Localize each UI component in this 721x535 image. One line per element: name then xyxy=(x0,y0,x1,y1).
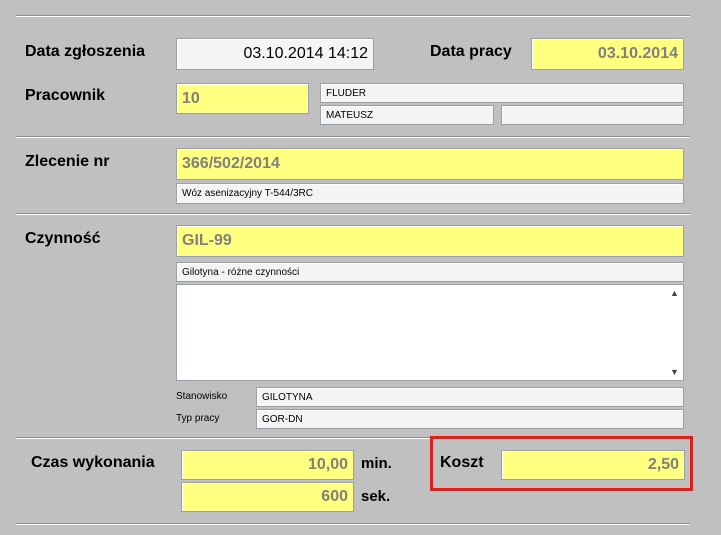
separator-top xyxy=(16,15,690,17)
minutes-unit-label: min. xyxy=(361,455,392,472)
scroll-down-icon[interactable]: ▼ xyxy=(670,365,679,379)
scroll-up-icon[interactable]: ▲ xyxy=(670,286,679,300)
koszt-highlight-box xyxy=(430,436,693,491)
czynnosc-notes-textarea[interactable]: ▲ ▼ xyxy=(176,284,684,381)
notes-scrollbar[interactable]: ▲ ▼ xyxy=(667,286,682,379)
stanowisko-field: GILOTYNA xyxy=(256,387,684,407)
separator-bottom xyxy=(16,523,690,525)
data-pracy-field[interactable]: 03.10.2014 xyxy=(531,38,684,70)
typ-pracy-label: Typ pracy xyxy=(176,413,220,424)
pracownik-label: Pracownik xyxy=(25,87,106,104)
data-zgloszenia-field[interactable]: 03.10.2014 14:12 xyxy=(176,38,374,70)
stanowisko-label: Stanowisko xyxy=(176,391,228,402)
zlecenie-description-field: Wóz asenizacyjny T-544/3RC xyxy=(176,183,684,204)
data-zgloszenia-label: Data zgłoszenia xyxy=(25,43,146,60)
pracownik-extra-field xyxy=(501,105,684,125)
pracownik-id-field[interactable]: 10 xyxy=(176,83,309,114)
separator-2 xyxy=(16,213,690,215)
czynnosc-code-field[interactable]: GIL-99 xyxy=(176,225,684,257)
separator-1 xyxy=(16,136,690,138)
czas-seconds-field[interactable]: 600 xyxy=(181,482,354,512)
pracownik-surname-field: FLUDER xyxy=(320,83,684,103)
czynnosc-label: Czynność xyxy=(25,230,101,247)
zlecenie-number-field[interactable]: 366/502/2014 xyxy=(176,148,684,180)
seconds-unit-label: sek. xyxy=(361,488,391,505)
czas-minutes-field[interactable]: 10,00 xyxy=(181,450,354,480)
czynnosc-name-field: Gilotyna - różne czynności xyxy=(176,262,684,282)
czas-wykonania-label: Czas wykonania xyxy=(31,454,155,471)
pracownik-first-name-field: MATEUSZ xyxy=(320,105,494,125)
data-pracy-label: Data pracy xyxy=(430,43,512,60)
typ-pracy-field: GOR-DN xyxy=(256,409,684,429)
zlecenie-label: Zlecenie nr xyxy=(25,153,110,170)
